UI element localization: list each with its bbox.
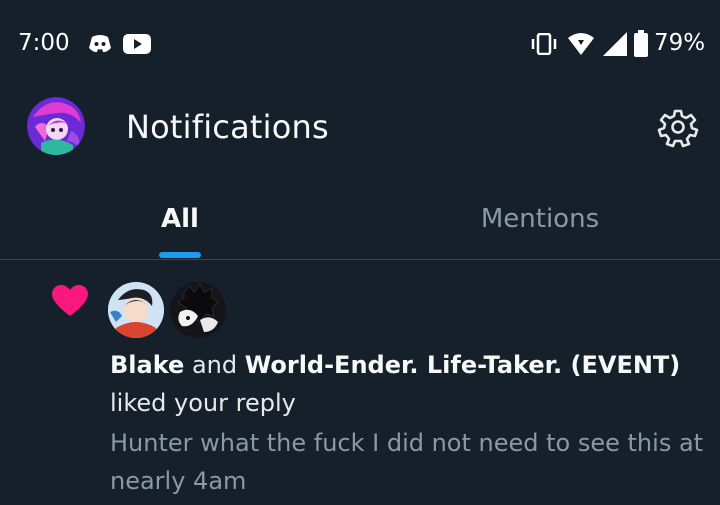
liker-avatar-blake[interactable] [108, 282, 164, 338]
gear-icon [657, 109, 699, 148]
tab-bar: All Mentions [0, 180, 720, 260]
heart-icon [52, 285, 88, 316]
blake-avatar-image [108, 282, 164, 338]
wifi-icon [568, 33, 594, 55]
tab-mentions-label: Mentions [480, 204, 600, 234]
battery-percentage: 79% [654, 30, 706, 56]
discord-icon [89, 35, 111, 53]
active-tab-indicator [159, 252, 201, 258]
avatar-image [27, 97, 85, 155]
world-ender-avatar-image [170, 282, 226, 338]
youtube-icon [123, 34, 151, 54]
signal-icon [603, 32, 627, 56]
avatar[interactable] [27, 97, 85, 155]
action-text: liked your reply [110, 389, 296, 417]
tab-all-label: All [161, 204, 199, 234]
settings-button[interactable] [656, 105, 700, 149]
page-title: Notifications [126, 108, 329, 146]
status-bar: 7:00 79% [0, 0, 720, 88]
liker-avatar-world-ender[interactable] [170, 282, 226, 338]
conjunction-text: and [191, 351, 238, 379]
vibrate-icon [531, 33, 557, 55]
status-time: 7:00 [18, 30, 70, 56]
tab-all[interactable]: All [0, 180, 360, 259]
user-name-blake[interactable]: Blake [110, 351, 184, 379]
notification-text: Blake and World-Ender. Life-Taker. (EVEN… [110, 346, 705, 422]
tab-mentions[interactable]: Mentions [360, 180, 720, 259]
battery-icon [634, 30, 648, 57]
user-name-world-ender[interactable]: World-Ender. Life-Taker. (EVENT) [245, 351, 681, 379]
reply-preview[interactable]: Hunter what the fuck I did not need to s… [110, 424, 710, 500]
